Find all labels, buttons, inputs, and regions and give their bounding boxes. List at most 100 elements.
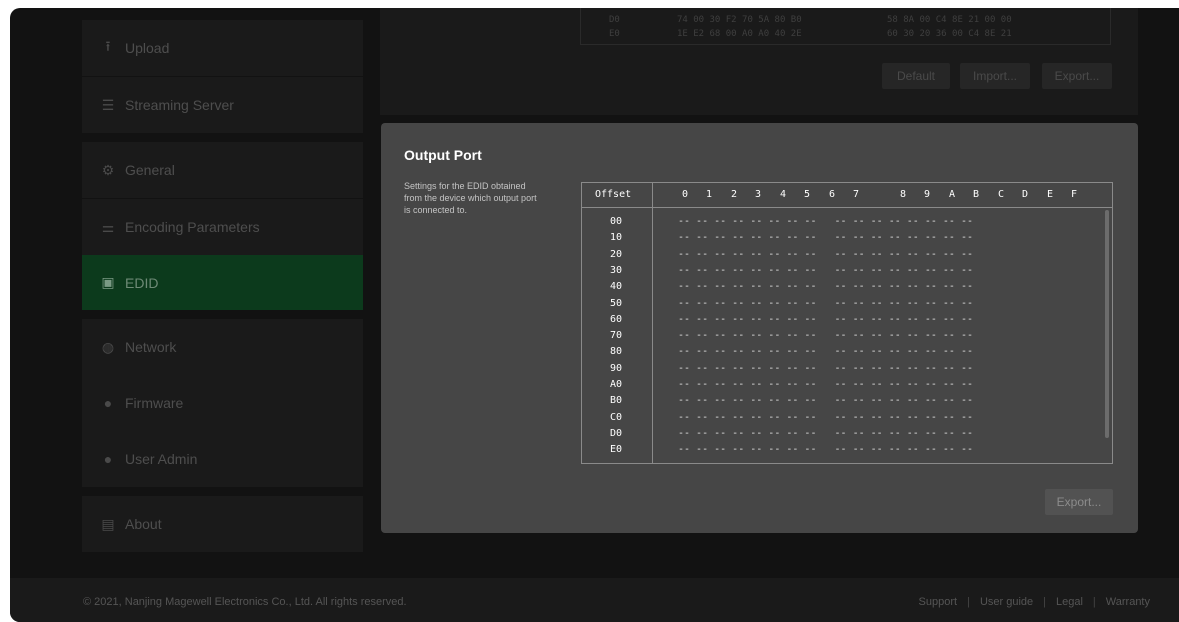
footer-link-legal[interactable]: Legal <box>1056 596 1083 608</box>
table-row: -- -- -- -- -- -- -- -- -- -- -- -- -- -… <box>678 313 974 325</box>
table-row: -- -- -- -- -- -- -- -- -- -- -- -- -- -… <box>678 248 974 260</box>
row-offset: B0 <box>610 395 623 407</box>
sidebar-item-label: Network <box>125 339 177 355</box>
sidebar-item-label: User Admin <box>125 451 198 467</box>
footer-link-user-guide[interactable]: User guide <box>980 596 1033 608</box>
offset-column-divider <box>652 183 653 463</box>
table-row: -- -- -- -- -- -- -- -- -- -- -- -- -- -… <box>678 411 974 423</box>
offset-header: Offset <box>595 189 632 200</box>
sidebar-item-label: Firmware <box>125 395 184 411</box>
column-header: 0 <box>682 189 689 200</box>
column-header: D <box>1022 189 1029 200</box>
column-header: 2 <box>731 189 738 200</box>
document-icon: ▤ <box>101 515 115 532</box>
table-row: -- -- -- -- -- -- -- -- -- -- -- -- -- -… <box>678 395 974 407</box>
row-offset: C0 <box>610 411 623 423</box>
table-row: -- -- -- -- -- -- -- -- -- -- -- -- -- -… <box>678 281 974 293</box>
sidebar-item-label: Streaming Server <box>125 97 234 113</box>
modal-title: Output Port <box>404 147 482 163</box>
link-separator: | <box>967 596 970 608</box>
server-icon: ☰ <box>101 96 115 113</box>
sidebar-item-edid[interactable]: ▣ EDID <box>82 255 363 310</box>
export-button[interactable]: Export... <box>1045 489 1113 515</box>
gear-icon: ⚙ <box>101 161 115 178</box>
import-button[interactable]: Import... <box>960 63 1030 89</box>
user-icon: ● <box>103 451 113 467</box>
column-header: 9 <box>924 189 931 200</box>
sidebar-item-encoding-parameters[interactable]: ⚌ Encoding Parameters <box>82 199 363 255</box>
column-header: A <box>949 189 956 200</box>
default-button[interactable]: Default <box>882 63 950 89</box>
edid-background-table: D0 74 00 30 F2 70 5A 80 B0 58 8A 00 C4 8… <box>580 8 1111 45</box>
footer-link-warranty[interactable]: Warranty <box>1106 596 1150 608</box>
column-header: C <box>998 189 1005 200</box>
column-header: 5 <box>804 189 811 200</box>
column-header: 3 <box>755 189 762 200</box>
hex-bytes: 58 8A 00 C4 8E 21 00 00 <box>887 15 1012 25</box>
app-window: ⭱ Upload ☰ Streaming Server ⚙ General ⚌ Encodin… <box>10 8 1179 622</box>
column-header: 8 <box>900 189 907 200</box>
table-row: -- -- -- -- -- -- -- -- -- -- -- -- -- -… <box>678 264 974 276</box>
row-offset: 60 <box>610 313 623 325</box>
sidebar-item-label: EDID <box>125 274 159 291</box>
modal-description: Settings for the EDID obtained from the … <box>404 181 537 215</box>
hex-bytes: 1E E2 68 00 A0 A0 40 2E <box>677 29 802 39</box>
table-row: -- -- -- -- -- -- -- -- -- -- -- -- -- -… <box>678 379 974 390</box>
hex-bytes: 74 00 30 F2 70 5A 80 B0 <box>677 15 802 25</box>
row-offset: A0 <box>610 379 623 390</box>
row-offset: 70 <box>610 330 623 342</box>
row-offset: 40 <box>610 281 623 293</box>
footer: © 2021, Nanjing Magewell Electronics Co.… <box>10 578 1179 622</box>
hex-bytes: 60 30 20 36 00 C4 8E 21 <box>887 29 1012 39</box>
link-separator: | <box>1092 596 1096 608</box>
edid-background-panel: D0 74 00 30 F2 70 5A 80 B0 58 8A 00 C4 8… <box>380 8 1138 115</box>
column-header: B <box>973 189 980 200</box>
edid-table: Offset 0 1 2 3 4 5 6 7 8 9 A B C D E F 00 -- -- -- -- --… <box>581 182 1113 464</box>
sidebar-item-general[interactable]: ⚙ General <box>82 142 363 198</box>
row-offset: D0 <box>610 427 623 439</box>
row-offset: 20 <box>610 248 623 260</box>
sidebar-item-label: General <box>125 162 175 178</box>
sidebar-item-about[interactable]: ▤ About <box>82 496 363 552</box>
row-offset: 90 <box>610 362 623 374</box>
column-header: 7 <box>853 189 860 200</box>
footer-links: Support | User guide | Legal | Warranty <box>919 596 1150 608</box>
table-row: -- -- -- -- -- -- -- -- -- -- -- -- -- -… <box>678 427 974 439</box>
link-separator: | <box>1043 596 1046 608</box>
info-icon: ● <box>103 395 113 411</box>
footer-link-support[interactable]: Support <box>919 596 958 608</box>
globe-icon: ◍ <box>101 338 115 355</box>
column-header: 6 <box>829 189 836 200</box>
sidebar-item-network[interactable]: ◍ Network <box>82 319 363 375</box>
sidebar-item-label: About <box>125 516 162 532</box>
row-offset: E0 <box>610 444 623 456</box>
sidebar-item-streaming-server[interactable]: ☰ Streaming Server <box>82 77 363 133</box>
table-scrollbar[interactable] <box>1105 210 1109 438</box>
output-port-modal: Output Port Settings for the EDID obtain… <box>381 123 1138 533</box>
column-header: 1 <box>706 189 713 200</box>
copyright-text: © 2021, Nanjing Magewell Electronics Co.… <box>83 596 407 608</box>
column-header: 4 <box>780 189 787 200</box>
row-offset: 00 <box>610 216 623 227</box>
table-row: -- -- -- -- -- -- -- -- -- -- -- -- -- -… <box>678 444 974 456</box>
column-header: E <box>1047 189 1054 200</box>
sidebar-item-label: Encoding Parameters <box>125 219 260 235</box>
sliders-icon: ⚌ <box>101 218 115 235</box>
table-row: -- -- -- -- -- -- -- -- -- -- -- -- -- -… <box>678 330 974 342</box>
column-header: F <box>1071 189 1078 200</box>
table-row: -- -- -- -- -- -- -- -- -- -- -- -- -- -… <box>678 362 974 374</box>
table-row: -- -- -- -- -- -- -- -- -- -- -- -- -- -… <box>678 346 974 358</box>
sidebar-item-firmware[interactable]: ● Firmware <box>82 375 363 431</box>
row-offset: 10 <box>610 232 623 244</box>
row-offset: 50 <box>610 297 623 309</box>
sidebar-item-user-admin[interactable]: ● User Admin <box>82 431 363 487</box>
edid-icon: ▣ <box>101 274 115 290</box>
sidebar-item-upload[interactable]: ⭱ Upload <box>82 20 363 76</box>
export-button-background[interactable]: Export... <box>1042 63 1112 89</box>
hex-offset: E0 <box>609 29 620 39</box>
table-row: -- -- -- -- -- -- -- -- -- -- -- -- -- -… <box>678 216 974 227</box>
table-row: -- -- -- -- -- -- -- -- -- -- -- -- -- -… <box>678 297 974 309</box>
sidebar-item-label: Upload <box>125 40 170 56</box>
upload-icon: ⭱ <box>105 38 111 54</box>
edid-table-header: Offset 0 1 2 3 4 5 6 7 8 9 A B C D E F <box>582 183 1112 208</box>
